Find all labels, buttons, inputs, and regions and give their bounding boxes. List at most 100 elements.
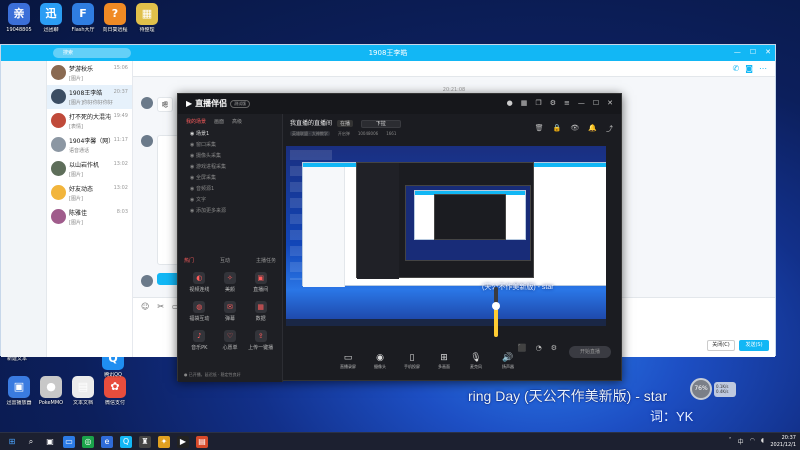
- scene-item[interactable]: ◉ 游戏进程采集: [184, 162, 276, 173]
- scene-item[interactable]: ◉ 添加更多来源: [184, 206, 276, 217]
- live-preview-canvas[interactable]: (天公不作美新版) - star: [286, 146, 606, 326]
- close-icon[interactable]: ✕: [765, 48, 771, 56]
- stream-select[interactable]: 下拉: [360, 120, 401, 128]
- live-control-button[interactable]: 🔊 扬声器: [498, 353, 518, 370]
- bell-icon[interactable]: 🔔: [588, 124, 597, 134]
- contact-item[interactable]: 1904李馨（网） 语音通话 11:17: [47, 133, 132, 157]
- speaker-icon[interactable]: ◖: [761, 437, 764, 446]
- chevron-up-icon[interactable]: ˄: [729, 437, 732, 446]
- speed-gauge[interactable]: 76%: [690, 378, 712, 400]
- record-icon[interactable]: ⬛: [518, 344, 527, 352]
- avatar[interactable]: ●: [507, 99, 513, 107]
- tool-button[interactable]: ✉ 弹幕: [215, 301, 246, 322]
- desktop-icon[interactable]: 迅迅团聊: [34, 3, 68, 33]
- tool-button[interactable]: ◐ 视频连线: [184, 272, 215, 293]
- tray-language[interactable]: 中: [738, 437, 744, 446]
- maximize-icon[interactable]: ☐: [593, 99, 599, 107]
- trash-icon[interactable]: 🗑: [535, 124, 544, 134]
- lock-icon[interactable]: 🔒: [553, 124, 562, 134]
- contact-item[interactable]: 1908王李皓 [图片]你好你好你好 20:37: [47, 85, 132, 109]
- avatar[interactable]: [141, 135, 153, 147]
- desktop-icon[interactable]: ✿ 微信支付: [98, 376, 132, 406]
- grid-icon[interactable]: ▦: [521, 99, 528, 107]
- contact-item[interactable]: 好友动态 [图片] 13:02: [47, 181, 132, 205]
- live-control-button[interactable]: ▭ 直播录屏: [338, 353, 358, 370]
- tool-button[interactable]: ✧ 美颜: [215, 272, 246, 293]
- share-icon[interactable]: ⤴: [606, 124, 613, 134]
- maximize-icon[interactable]: ☐: [750, 48, 756, 56]
- desktop-icon[interactable]: 亲 19048805: [2, 3, 36, 33]
- tool-button[interactable]: ♪ 音乐PK: [184, 330, 215, 351]
- edge-icon[interactable]: e: [101, 436, 113, 448]
- emoji-icon[interactable]: ☺: [141, 302, 149, 311]
- search-icon[interactable]: ⌕: [25, 436, 37, 448]
- scene-item[interactable]: ◉ 全屏采集: [184, 173, 276, 184]
- tool-tab[interactable]: 互动: [220, 257, 230, 264]
- scene-item[interactable]: ◉ 场景1: [184, 129, 276, 140]
- send-button[interactable]: 发送(S): [739, 340, 769, 351]
- app-icon[interactable]: ♜: [139, 436, 151, 448]
- scene-item[interactable]: ◉ 文字: [184, 195, 276, 206]
- more-icon[interactable]: ⋯: [759, 64, 767, 73]
- desktop-icon[interactable]: ? 向日葵远程: [98, 3, 132, 33]
- windows-start-icon[interactable]: ⊞: [6, 436, 18, 448]
- qq-taskbar-icon[interactable]: Q: [120, 436, 132, 448]
- tool-button[interactable]: ◍ 福袋互动: [184, 301, 215, 322]
- phone-icon[interactable]: ✆: [733, 64, 740, 73]
- live-taskbar-icon[interactable]: ▶: [177, 436, 189, 448]
- browser-icon[interactable]: ◎: [82, 436, 94, 448]
- desktop-icon[interactable]: ▦ 待整理: [130, 3, 164, 33]
- scene-item[interactable]: ◉ 窗口采集: [184, 140, 276, 151]
- scene-tab[interactable]: 我的场景: [186, 118, 206, 125]
- contact-item[interactable]: 梦游秋乐 [图片] 15:06: [47, 61, 132, 85]
- tool-label: 福袋互动: [189, 316, 210, 322]
- scene-label: 游戏进程采集: [195, 164, 226, 170]
- close-chat-button[interactable]: 关闭(C): [707, 340, 735, 351]
- settings-icon[interactable]: ⚙: [551, 344, 557, 352]
- desktop-icon[interactable]: ▤ 文本文档: [66, 376, 100, 406]
- desktop-icon[interactable]: ● PokeMMO: [34, 376, 68, 406]
- gauge-icon[interactable]: ◔: [536, 344, 542, 352]
- contact-item[interactable]: 以山岩作机 [图片] 13:02: [47, 157, 132, 181]
- scene-item[interactable]: ◉ 摄像头采集: [184, 151, 276, 162]
- app-icon[interactable]: ✦: [158, 436, 170, 448]
- tool-tab[interactable]: 主播任务: [256, 257, 276, 264]
- tool-button[interactable]: ♡ 心愿单: [215, 330, 246, 351]
- live-control-button[interactable]: 🎙 麦克风: [466, 353, 486, 370]
- stream-title[interactable]: 我直播的直播间: [290, 120, 332, 127]
- scene-tab[interactable]: 画面: [214, 118, 224, 125]
- tool-button[interactable]: ⇪ 上传一键播: [245, 330, 276, 351]
- settings-icon[interactable]: ⚙: [550, 99, 556, 107]
- taskbar-clock[interactable]: 20:37 2021/12/1: [770, 435, 796, 449]
- eye-icon[interactable]: 👁: [570, 124, 579, 134]
- volume-knob[interactable]: [492, 302, 500, 310]
- copy-icon[interactable]: ❐: [535, 99, 541, 107]
- avatar[interactable]: [141, 275, 153, 287]
- volume-slider[interactable]: [492, 287, 500, 337]
- scene-tab[interactable]: 高级: [232, 118, 242, 125]
- close-icon[interactable]: ✕: [607, 99, 613, 107]
- live-control-button[interactable]: ◉ 摄像头: [370, 353, 390, 370]
- live-control-button[interactable]: ▯ 手机投屏: [402, 353, 422, 370]
- scissors-icon[interactable]: ✂: [157, 302, 164, 311]
- live-control-button[interactable]: ⊞ 多画面: [434, 353, 454, 370]
- desktop-icon[interactable]: F Flash大厅: [66, 3, 100, 33]
- scene-item[interactable]: ◉ 音频源1: [184, 184, 276, 195]
- start-live-button[interactable]: 开始直播: [569, 346, 611, 358]
- tool-button[interactable]: ▣ 直播间: [245, 272, 276, 293]
- tool-tab[interactable]: 热门: [184, 257, 194, 264]
- wifi-icon[interactable]: ◠: [750, 437, 755, 446]
- minimize-icon[interactable]: —: [734, 48, 741, 56]
- task-view-icon[interactable]: ▣: [44, 436, 56, 448]
- video-call-icon[interactable]: ◙: [745, 64, 753, 73]
- app-icon[interactable]: ▤: [196, 436, 208, 448]
- image-message[interactable]: [157, 135, 179, 265]
- minimize-icon[interactable]: —: [578, 99, 585, 107]
- tool-button[interactable]: ▦ 数据: [245, 301, 276, 322]
- contact-item[interactable]: 陈雅佳 [图片] 8:03: [47, 205, 132, 229]
- avatar[interactable]: [141, 97, 153, 109]
- file-explorer-icon[interactable]: ▭: [63, 436, 75, 448]
- menu-icon[interactable]: ≡: [564, 99, 570, 107]
- desktop-icon[interactable]: ▣ 迅雷播放器: [2, 376, 36, 406]
- contact-item[interactable]: 打不死的大混沌 [表情] 19:49: [47, 109, 132, 133]
